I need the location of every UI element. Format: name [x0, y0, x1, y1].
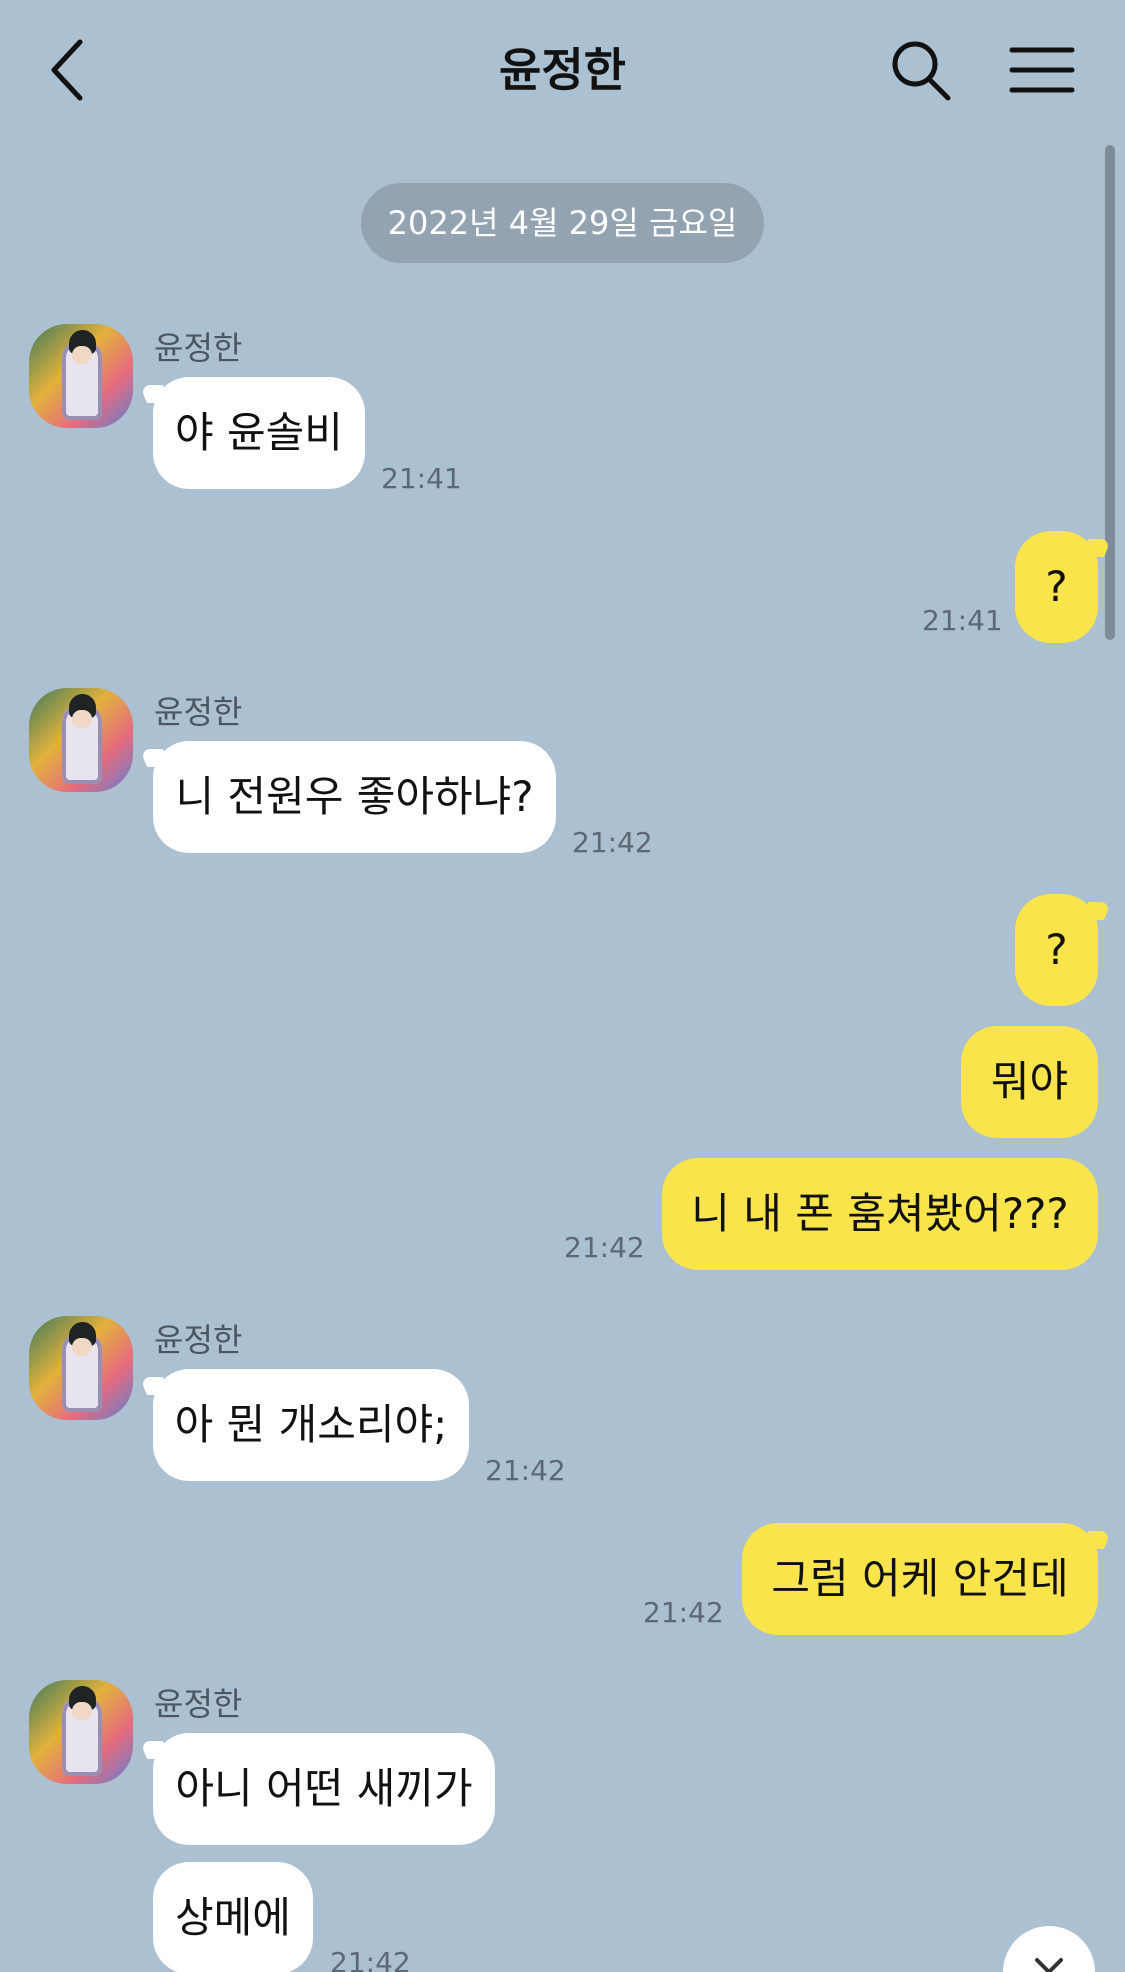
back-button[interactable]	[30, 30, 110, 110]
menu-button[interactable]	[1000, 30, 1090, 110]
chat-title: 윤정한	[499, 43, 626, 97]
message-bubble[interactable]: ?	[1015, 894, 1098, 1006]
search-button[interactable]	[880, 30, 960, 110]
message-bubble[interactable]: 니 내 폰 훔쳐봤어???	[662, 1158, 1098, 1270]
message-bubble[interactable]: 야 윤솔비	[153, 377, 365, 489]
message-time: 21:41	[922, 604, 1003, 637]
scroll-to-bottom-button[interactable]	[1003, 1926, 1095, 1972]
avatar[interactable]	[29, 1316, 133, 1420]
message-bubble[interactable]: 아 뭔 개소리야;	[153, 1369, 469, 1481]
sender-name: 윤정한	[154, 693, 243, 731]
message-bubble[interactable]: 아니 어떤 새끼가	[153, 1733, 495, 1845]
date-divider: 2022년 4월 29일 금요일	[361, 183, 764, 263]
message-time: 21:42	[643, 1596, 724, 1629]
avatar[interactable]	[29, 324, 133, 428]
message-time: 21:41	[381, 462, 462, 495]
avatar[interactable]	[29, 1680, 133, 1784]
chevron-down-icon	[1035, 1958, 1063, 1972]
search-icon	[892, 41, 951, 101]
scrollbar[interactable]	[1105, 145, 1115, 640]
message-bubble[interactable]: ?	[1015, 531, 1098, 643]
sender-name: 윤정한	[154, 1685, 243, 1723]
avatar[interactable]	[29, 688, 133, 792]
message-bubble[interactable]: 뭐야	[961, 1026, 1098, 1138]
chevron-left-icon	[51, 39, 83, 101]
message-time: 21:42	[330, 1946, 411, 1972]
sender-name: 윤정한	[154, 1321, 243, 1359]
chat-screen: 윤정한 2022년 4월 29일 금요일 윤정한 야 윤솔비 21:41 ? 2…	[0, 0, 1125, 1972]
message-time: 21:42	[564, 1231, 645, 1264]
message-time: 21:42	[572, 826, 653, 859]
message-bubble[interactable]: 상메에	[153, 1862, 313, 1972]
sender-name: 윤정한	[154, 329, 243, 367]
chat-header: 윤정한	[0, 0, 1125, 135]
menu-icon	[1009, 47, 1075, 93]
message-bubble[interactable]: 니 전원우 좋아하냐?	[153, 741, 556, 853]
message-bubble[interactable]: 그럼 어케 안건데	[742, 1523, 1098, 1635]
message-time: 21:42	[485, 1454, 566, 1487]
